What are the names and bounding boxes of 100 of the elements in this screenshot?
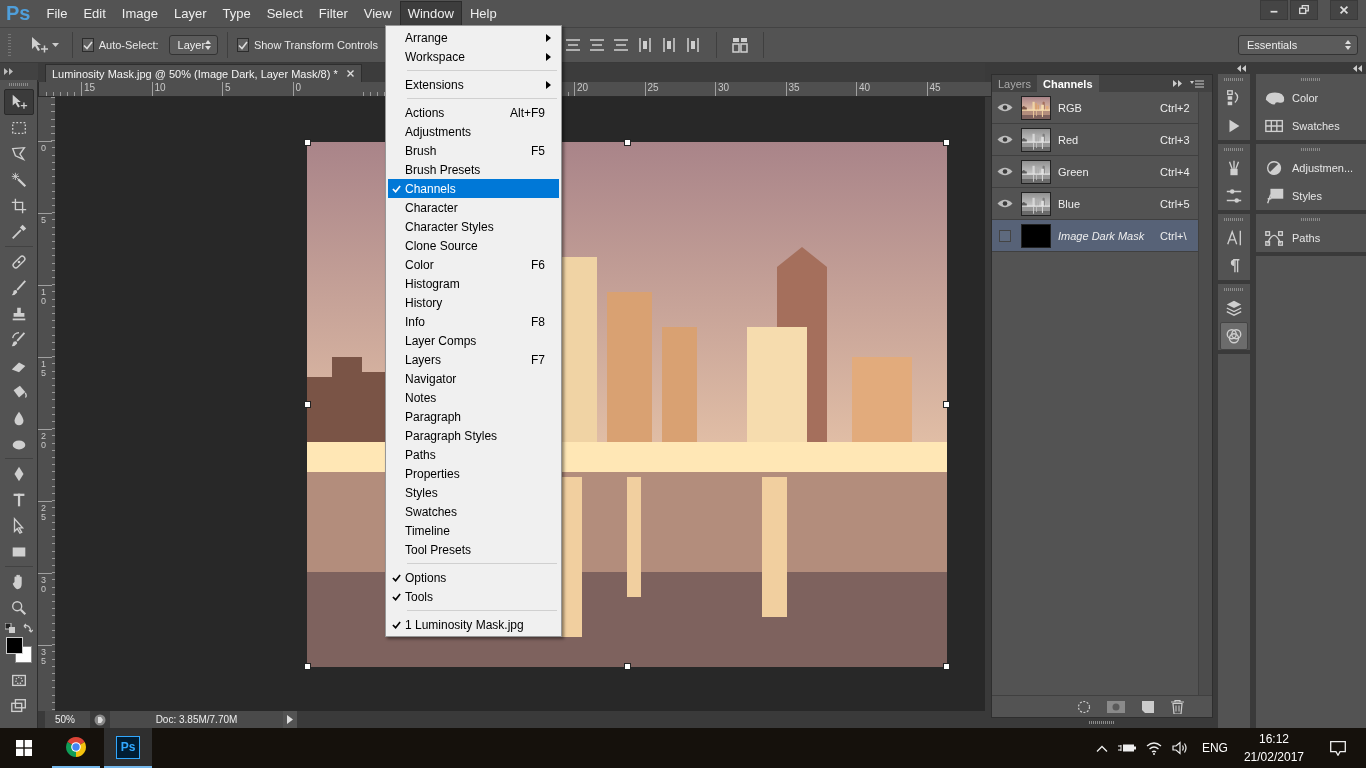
- distribute-icon[interactable]: [685, 37, 701, 53]
- panel-button[interactable]: [1220, 322, 1248, 350]
- clock-date[interactable]: 21/02/2017: [1243, 748, 1304, 766]
- menu-title[interactable]: Layer: [165, 1, 215, 26]
- menu-title[interactable]: Filter: [310, 1, 356, 26]
- taskbar-button[interactable]: Ps: [104, 728, 152, 768]
- menu-item[interactable]: Layers F7: [388, 350, 559, 369]
- menu-item[interactable]: Character: [388, 198, 559, 217]
- menu-item[interactable]: Paragraph Styles: [388, 426, 559, 445]
- menu-item[interactable]: Notes: [388, 388, 559, 407]
- transform-handle[interactable]: [624, 139, 631, 146]
- menu-item[interactable]: Adjustments: [388, 122, 559, 141]
- menu-item[interactable]: History: [388, 293, 559, 312]
- double-arrow-icon[interactable]: [1353, 65, 1362, 72]
- transform-handle[interactable]: [943, 139, 950, 146]
- double-arrow-icon[interactable]: [1237, 65, 1246, 72]
- transform-handle[interactable]: [304, 139, 311, 146]
- close-icon[interactable]: [346, 70, 354, 77]
- notification-icon[interactable]: [1330, 740, 1346, 756]
- menu-item[interactable]: 1 Luminosity Mask.jpg: [388, 615, 559, 634]
- menu-item[interactable]: Channels: [388, 179, 559, 198]
- menu-item[interactable]: Character Styles: [388, 217, 559, 236]
- panel-item[interactable]: Adjustmen...: [1256, 154, 1366, 182]
- clock-time[interactable]: 16:12: [1258, 730, 1289, 748]
- channel-row[interactable]: Red Ctrl+3: [992, 124, 1198, 156]
- grip-handle[interactable]: [1301, 78, 1321, 81]
- trash-icon[interactable]: [1171, 699, 1184, 714]
- transform-handle[interactable]: [304, 401, 311, 408]
- checkbox[interactable]: [236, 38, 249, 52]
- menu-item[interactable]: Brush Presets: [388, 160, 559, 179]
- menu-item[interactable]: Layer Comps: [388, 331, 559, 350]
- grip-handle[interactable]: [1301, 218, 1321, 221]
- panel-tab[interactable]: Channels: [1037, 75, 1099, 92]
- grip-handle[interactable]: [1224, 78, 1244, 81]
- eye-icon[interactable]: [997, 198, 1013, 209]
- panel-item[interactable]: Paths: [1256, 224, 1366, 252]
- grip-handle[interactable]: [8, 34, 11, 56]
- panel-item[interactable]: Styles: [1256, 182, 1366, 210]
- menu-title[interactable]: Type: [214, 1, 259, 26]
- status-icon[interactable]: [94, 713, 106, 726]
- panel-item[interactable]: Swatches: [1256, 112, 1366, 140]
- checkbox[interactable]: [81, 38, 94, 52]
- menu-item[interactable]: Navigator: [388, 369, 559, 388]
- align-icon[interactable]: [565, 37, 581, 53]
- menu-item[interactable]: Tools: [388, 587, 559, 606]
- menu-item[interactable]: Swatches: [388, 502, 559, 521]
- grip-handle[interactable]: [1224, 148, 1244, 151]
- panel-menu-icon[interactable]: [1190, 79, 1204, 88]
- transform-handle[interactable]: [624, 663, 631, 670]
- menu-item[interactable]: Color F6: [388, 255, 559, 274]
- transform-handle[interactable]: [943, 401, 950, 408]
- new-channel-icon[interactable]: [1141, 699, 1155, 714]
- menu-arrow-button[interactable]: [283, 711, 297, 728]
- zoom-field[interactable]: 50%: [45, 711, 90, 728]
- transform-handle[interactable]: [943, 663, 950, 670]
- auto-align-icon[interactable]: [732, 37, 748, 53]
- align-icon[interactable]: [613, 37, 629, 53]
- distribute-icon[interactable]: [661, 37, 677, 53]
- menu-title[interactable]: Help: [461, 1, 505, 26]
- menu-title[interactable]: File: [38, 1, 76, 26]
- menu-title[interactable]: Edit: [75, 1, 114, 26]
- grip-handle[interactable]: [1301, 148, 1321, 151]
- battery-icon[interactable]: [1117, 743, 1136, 753]
- menu-title[interactable]: View: [355, 1, 400, 26]
- menu-item[interactable]: Workspace: [388, 47, 559, 66]
- double-arrow-icon[interactable]: [1173, 80, 1182, 87]
- grip-handle[interactable]: [1224, 218, 1244, 221]
- close-button[interactable]: [1330, 0, 1358, 20]
- menu-item[interactable]: Info F8: [388, 312, 559, 331]
- scrollbar[interactable]: [1198, 92, 1212, 695]
- menu-title[interactable]: Select: [258, 1, 311, 26]
- document-tab[interactable]: Luminosity Mask.jpg @ 50% (Image Dark, Layer Mask/8) *: [45, 64, 362, 82]
- menu-item[interactable]: Styles: [388, 483, 559, 502]
- eye-icon[interactable]: [997, 102, 1013, 113]
- menu-item[interactable]: Options: [388, 568, 559, 587]
- volume-icon[interactable]: [1171, 741, 1188, 755]
- menu-item[interactable]: Paragraph: [388, 407, 559, 426]
- wifi-icon[interactable]: [1145, 741, 1162, 755]
- color-swatch-drawing[interactable]: [5, 637, 32, 663]
- restore-button[interactable]: [1290, 0, 1318, 20]
- chevron-icon[interactable]: [1095, 744, 1108, 752]
- menu-item[interactable]: Arrange: [388, 28, 559, 47]
- menu-item[interactable]: Actions Alt+F9: [388, 103, 559, 122]
- transform-handle[interactable]: [304, 663, 311, 670]
- eye-icon[interactable]: [997, 166, 1013, 177]
- menu-item[interactable]: Paths: [388, 445, 559, 464]
- tool-button[interactable]: [3, 89, 34, 115]
- grip-handle[interactable]: [8, 83, 29, 86]
- menu-item[interactable]: Clone Source: [388, 236, 559, 255]
- channel-row[interactable]: Image Dark Mask Ctrl+\: [992, 220, 1198, 252]
- dropdown[interactable]: Layer: [168, 35, 219, 55]
- distribute-icon[interactable]: [637, 37, 653, 53]
- menu-item[interactable]: Properties: [388, 464, 559, 483]
- double-arrow-icon[interactable]: [4, 68, 13, 75]
- menu-item[interactable]: Timeline: [388, 521, 559, 540]
- grip-handle[interactable]: [1224, 288, 1244, 291]
- align-icon[interactable]: [589, 37, 605, 53]
- grip-handle[interactable]: [1089, 721, 1115, 724]
- language-indicator[interactable]: ENG: [1201, 741, 1228, 755]
- channel-row[interactable]: RGB Ctrl+2: [992, 92, 1198, 124]
